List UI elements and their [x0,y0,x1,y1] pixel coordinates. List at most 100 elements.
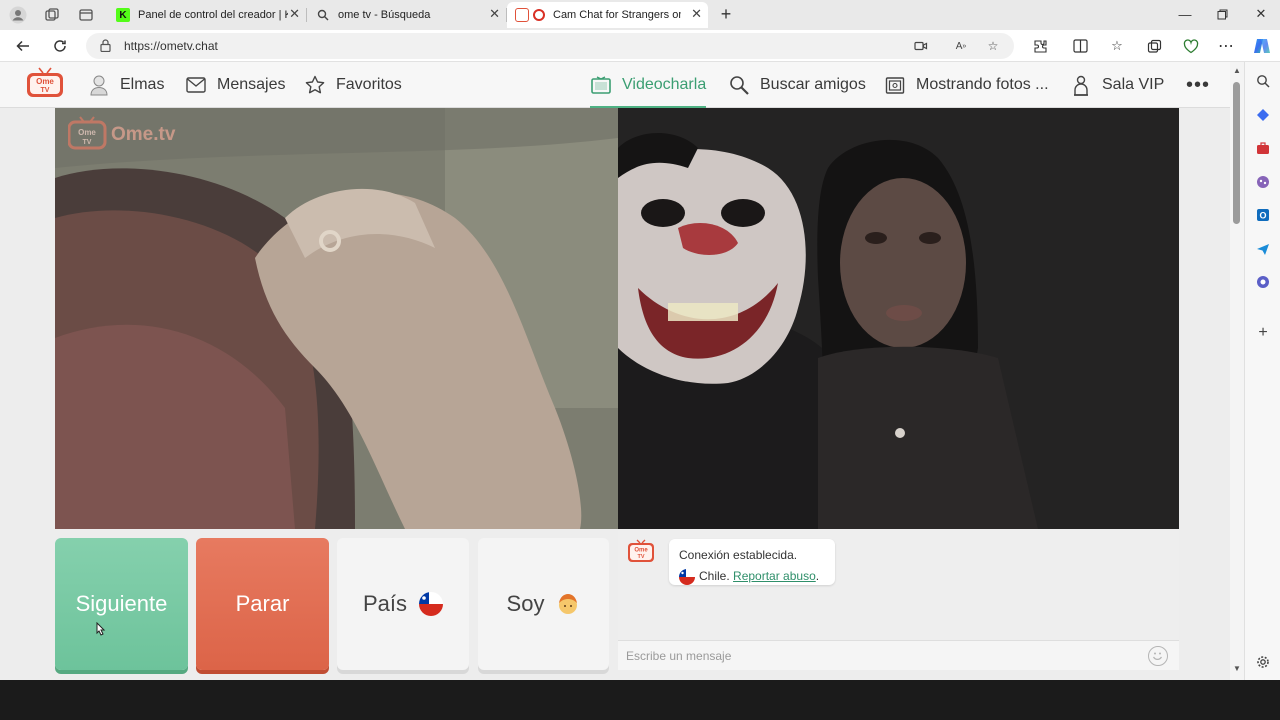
address-bar[interactable]: https://ometv.chat A» ☆ [86,33,1014,59]
tab-strip: K Panel de control del creador | Kick ✕ … [0,0,1280,30]
camera-permission-icon[interactable] [912,37,930,55]
report-suffix: . [815,569,820,583]
nav-find-friends[interactable]: Buscar amigos [728,62,866,108]
own-video-image [55,108,618,529]
sidebar-add-icon[interactable]: + [1254,324,1272,342]
nav-messages[interactable]: Mensajes [185,62,285,108]
chile-flag-icon [679,568,695,585]
report-abuse-link[interactable]: Reportar abuso [733,566,816,587]
nav-photos-label: Mostrando fotos ... [916,76,1049,93]
connection-status: Conexión establecida. [679,548,798,562]
kick-icon: K [116,8,130,22]
nav-find-friends-label: Buscar amigos [760,76,866,93]
chile-flag-icon [419,592,444,616]
new-tab-button[interactable]: + [715,4,737,24]
svg-text:O: O [1259,211,1266,221]
extensions-icon[interactable] [1029,35,1051,57]
user-avatar-icon [88,74,110,96]
nav-videochat[interactable]: Videocharla [590,62,707,109]
chat-logo-tv: TV [637,554,644,560]
nav-favorites[interactable]: Favoritos [304,62,402,108]
ometv-logo[interactable]: Ome TV [26,67,64,99]
scrollbar-thumb[interactable] [1233,82,1240,224]
lock-icon[interactable] [98,38,112,52]
sidebar-search-icon[interactable] [1254,72,1272,90]
taskbar-area [0,680,1280,720]
emoji-icon[interactable] [1148,646,1168,666]
tab-title: ome tv - Búsqueda [338,9,431,21]
system-message: Conexión establecida. Chile. Reportar ab… [669,539,835,585]
more-options-icon[interactable]: ••• [1186,62,1210,108]
close-tab-icon[interactable]: ✕ [289,6,300,22]
split-screen-icon[interactable] [1069,35,1091,57]
boy-face-icon [556,592,580,616]
stop-button[interactable]: Parar [196,538,329,670]
watermark-logo-tv: TV [83,139,92,146]
message-input[interactable] [626,647,1126,665]
favorites-icon[interactable]: ☆ [1106,35,1128,57]
back-arrow-icon[interactable] [12,35,34,57]
gender-button[interactable]: Soy [478,538,609,670]
workspaces-icon[interactable] [42,5,62,25]
more-menu-icon[interactable]: ⋯ [1215,35,1237,57]
tab-title: Panel de control del creador | Kick [138,9,288,21]
camera-tab-icon [515,8,529,22]
tab-search[interactable]: ome tv - Búsqueda ✕ [308,2,507,28]
logo-text-tv: TV [41,87,50,94]
browser-sidebar: O + [1244,62,1280,680]
copilot-icon[interactable] [1251,35,1273,57]
profile-icon[interactable] [8,5,28,25]
vip-person-icon [1070,74,1092,96]
watermark-logo-ome: Ome [78,128,96,137]
url-text[interactable]: https://ometv.chat [124,39,218,53]
scroll-up-arrow-icon[interactable]: ▲ [1232,66,1242,76]
sidebar-settings-icon[interactable] [1254,653,1272,671]
sidebar-send-icon[interactable] [1254,240,1272,258]
close-tab-icon[interactable]: ✕ [489,6,500,22]
browser-essentials-icon[interactable] [1180,35,1202,57]
nav-vip[interactable]: Sala VIP [1070,62,1164,108]
page-scrollbar[interactable]: ▲ ▼ [1230,62,1244,680]
scroll-down-arrow-icon[interactable]: ▼ [1232,664,1242,674]
chat-panel: Ome TV Conexión establecida. Chile. Repo… [618,529,1179,670]
refresh-icon[interactable] [49,35,71,57]
vertical-tabs-icon[interactable] [76,5,96,25]
nav-profile-label: Elmas [120,76,165,93]
search-icon [316,8,330,22]
sidebar-games-icon[interactable] [1254,173,1272,191]
system-ometv-icon: Ome TV [627,539,655,563]
collections-icon[interactable] [1143,35,1165,57]
read-aloud-icon[interactable]: A» [952,37,970,55]
nav-photos[interactable]: Mostrando fotos ... [884,62,1049,108]
tab-kick[interactable]: K Panel de control del creador | Kick ✕ [108,2,307,28]
next-button-label: Siguiente [75,591,168,616]
next-button[interactable]: Siguiente [55,538,188,670]
sidebar-tools-icon[interactable] [1254,139,1272,157]
close-tab-icon[interactable]: ✕ [691,6,702,22]
nav-profile[interactable]: Elmas [88,62,164,108]
page-viewport: Ome TV Elmas Mensajes Favoritos Videocha… [0,62,1230,680]
photo-frame-icon [884,74,906,96]
browser-window: K Panel de control del creador | Kick ✕ … [0,0,1280,680]
restore-button[interactable] [1211,4,1233,24]
tab-ometv[interactable]: Cam Chat for Strangers on OmeTV ✕ [507,2,708,28]
star-icon [304,74,326,96]
country-filter-button[interactable]: País [337,538,469,670]
stranger-video-image [618,108,1179,529]
browser-toolbar: https://ometv.chat A» ☆ ☆ ⋯ [0,30,1280,62]
ometv-watermark: Ome TV Ome.tv [67,116,180,157]
sidebar-outlook-icon[interactable]: O [1254,206,1272,224]
sidebar-shopping-icon[interactable] [1254,106,1272,124]
nav-vip-label: Sala VIP [1102,76,1165,93]
chat-input-bar [618,640,1179,670]
close-window-button[interactable]: ✕ [1250,4,1272,24]
partner-country: Chile. [699,569,730,583]
nav-favorites-label: Favoritos [336,76,402,93]
minimize-button[interactable]: — [1174,4,1196,24]
favorite-star-icon[interactable]: ☆ [984,37,1002,55]
stranger-video [618,108,1179,529]
site-header: Ome TV Elmas Mensajes Favoritos Videocha… [0,62,1230,109]
recording-icon [533,9,545,21]
country-button-label: País [362,591,408,616]
sidebar-designer-icon[interactable] [1254,273,1272,291]
